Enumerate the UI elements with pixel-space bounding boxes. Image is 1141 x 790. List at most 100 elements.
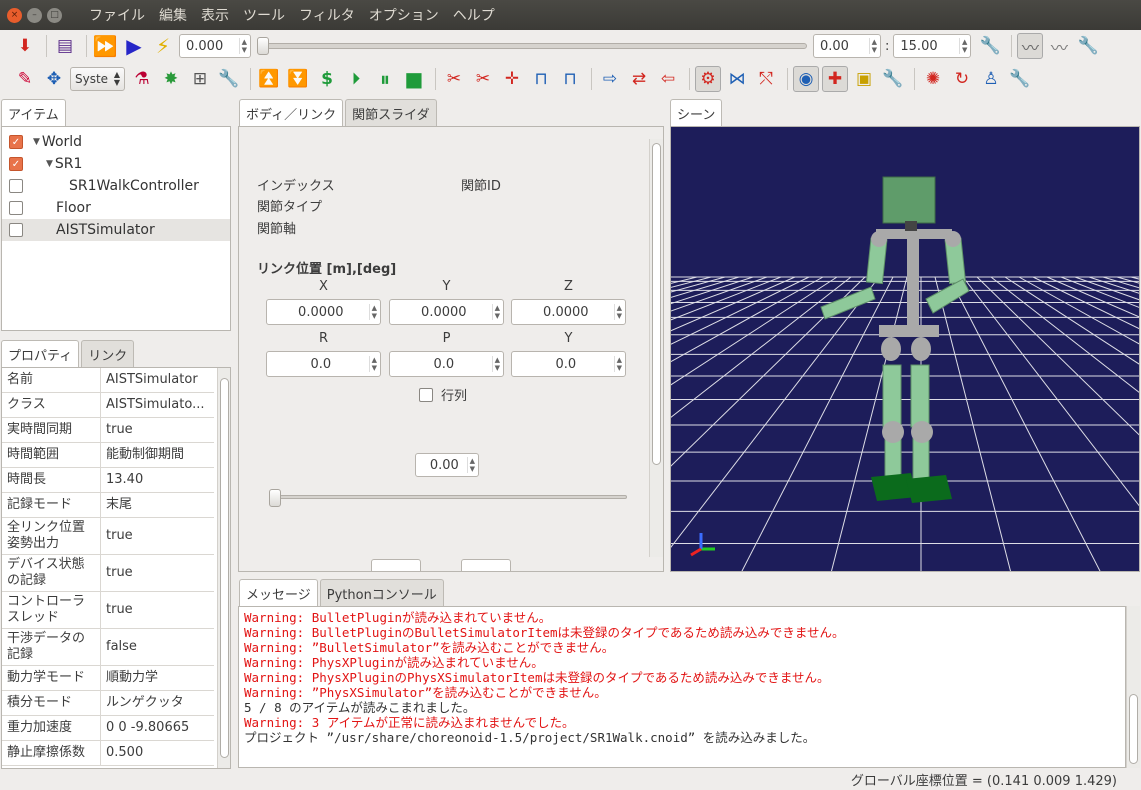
upload-icon[interactable]: ⏫ <box>256 66 282 92</box>
ik-icon[interactable]: ⤲ <box>753 66 779 92</box>
load-project-icon[interactable]: ⬇ <box>12 33 38 59</box>
y-position-spinbox[interactable]: 0.0000 ▲ ▼ <box>389 299 504 325</box>
play-from-start-icon[interactable]: ⏩ <box>92 33 118 59</box>
time-slider-handle[interactable] <box>257 37 269 55</box>
property-row[interactable]: 静止摩擦係数 0.500 <box>2 741 214 766</box>
property-value[interactable]: ルンゲクッタ <box>101 691 214 715</box>
ik-mirror-icon[interactable]: ⇄ <box>626 66 652 92</box>
menu-view[interactable]: 表示 <box>194 5 236 25</box>
x-position-spinbox[interactable]: 0.0000 ▲ ▼ <box>266 299 381 325</box>
joint-min-spinbox[interactable] <box>371 559 421 571</box>
message-log[interactable]: Warning: BulletPluginが読み込まれていません。 Warning… <box>238 606 1126 768</box>
joint-slider-handle[interactable] <box>269 489 281 507</box>
simulation-stop-icon[interactable]: ■ <box>401 66 427 92</box>
pose-icon[interactable]: ✂ <box>441 66 467 92</box>
property-row[interactable]: デバイス状態の記録 true <box>2 555 214 592</box>
property-row[interactable]: 積分モード ルンゲクッタ <box>2 691 214 716</box>
simulation-pause-icon[interactable]: ⏸ <box>372 66 398 92</box>
range-start-spinbox[interactable]: 0.00 ▲ ▼ <box>813 34 881 58</box>
tab-joint-slider[interactable]: 関節スライダ <box>345 99 437 126</box>
property-value[interactable]: 能動制御期間 <box>101 443 214 467</box>
property-row[interactable]: 干渉データの記録 false <box>2 629 214 666</box>
reset-icon[interactable]: ↻ <box>949 66 975 92</box>
pose-copy-icon[interactable]: ✂ <box>470 66 496 92</box>
ik-forward-icon[interactable]: ⇨ <box>597 66 623 92</box>
wrench-icon[interactable]: 🔧 <box>1007 66 1033 92</box>
collision-icon[interactable]: ✸ <box>158 66 184 92</box>
property-value[interactable]: AISTSimulator <box>101 368 214 392</box>
scene-canvas[interactable] <box>671 127 1140 572</box>
property-row[interactable]: 実時間同期 true <box>2 418 214 443</box>
spin-arrows[interactable]: ▲ ▼ <box>238 38 247 54</box>
tab-body-link[interactable]: ボディ／リンク <box>239 99 344 126</box>
menu-filters[interactable]: フィルタ <box>292 5 362 25</box>
property-value[interactable]: true <box>101 555 214 591</box>
tab-messages[interactable]: メッセージ <box>239 579 318 606</box>
property-row[interactable]: コントローラスレッド true <box>2 592 214 629</box>
roll-spinbox[interactable]: 0.0 ▲ ▼ <box>266 351 381 377</box>
yaw-spinbox[interactable]: 0.0 ▲ ▼ <box>511 351 626 377</box>
property-row[interactable]: クラス AISTSimulato... <box>2 393 214 418</box>
expand-arrow-icon[interactable]: ▼ <box>33 137 40 147</box>
tree-item[interactable]: AISTSimulator <box>2 219 230 241</box>
spin-arrows[interactable]: ▲ ▼ <box>613 356 622 372</box>
property-value[interactable]: AISTSimulato... <box>101 393 214 417</box>
property-value[interactable]: true <box>101 418 214 442</box>
expand-arrow-icon[interactable]: ▼ <box>46 159 53 169</box>
spin-arrows[interactable]: ▲ ▼ <box>491 356 500 372</box>
tab-items[interactable]: アイテム <box>1 99 66 126</box>
tree-item[interactable]: ✓ ▼ World <box>2 131 230 153</box>
robot-icon[interactable]: ♙ <box>978 66 1004 92</box>
coordinate-system-combo[interactable]: Syste ▲ ▼ <box>70 67 125 91</box>
scene-view[interactable] <box>670 126 1140 572</box>
property-row[interactable]: 時間範囲 能動制御期間 <box>2 443 214 468</box>
spin-arrows[interactable]: ▲ ▼ <box>959 38 967 54</box>
property-row[interactable]: 名前 AISTSimulator <box>2 368 214 393</box>
minimize-window-button[interactable]: – <box>27 7 42 23</box>
menu-help[interactable]: ヘルプ <box>446 5 502 25</box>
joint-slider[interactable] <box>269 489 627 507</box>
spin-arrows[interactable]: ▲ ▼ <box>868 38 877 54</box>
wrench-icon[interactable]: 🔧 <box>1075 33 1101 59</box>
body-link-scrollbar[interactable] <box>649 139 663 557</box>
menu-tools[interactable]: ツール <box>236 5 292 25</box>
wrench-icon[interactable]: 🔧 <box>977 33 1003 59</box>
menu-edit[interactable]: 編集 <box>152 5 194 25</box>
move-icon[interactable]: ✥ <box>41 66 67 92</box>
spin-arrows[interactable]: ▲ ▼ <box>368 304 377 320</box>
tree-item-checkbox[interactable]: ✓ <box>9 135 23 149</box>
pitch-spinbox[interactable]: 0.0 ▲ ▼ <box>389 351 504 377</box>
tree-item-checkbox[interactable] <box>9 179 23 193</box>
tree-item[interactable]: SR1WalkController <box>2 175 230 197</box>
close-window-button[interactable]: × <box>7 7 22 23</box>
origin-icon[interactable]: ✛ <box>499 66 525 92</box>
tree-item[interactable]: Floor <box>2 197 230 219</box>
foot-icon[interactable]: ▣ <box>851 66 877 92</box>
properties-scrollbar[interactable] <box>217 368 230 768</box>
tree-item-checkbox[interactable]: ✓ <box>9 157 23 171</box>
joint-limit-icon[interactable]: ⊓ <box>528 66 554 92</box>
messages-scroll-thumb[interactable] <box>1129 694 1138 764</box>
menu-file[interactable]: ファイル <box>82 5 152 25</box>
tab-python-console[interactable]: Pythonコンソール <box>319 579 444 606</box>
maximize-window-button[interactable]: □ <box>47 7 62 23</box>
messages-scrollbar[interactable] <box>1126 606 1140 768</box>
property-row[interactable]: 動力学モード 順動力学 <box>2 666 214 691</box>
property-value[interactable]: 0 0 -9.80665 <box>101 716 214 740</box>
time-spinbox[interactable]: 0.000 ▲ ▼ <box>179 34 251 58</box>
spin-arrows[interactable]: ▲ ▼ <box>491 304 500 320</box>
matrix-checkbox[interactable] <box>419 387 433 402</box>
tab-links[interactable]: リンク <box>81 340 135 367</box>
property-row[interactable]: 全リンク位置姿勢出力 true <box>2 518 214 555</box>
tree-item[interactable]: ✓ ▼ SR1 <box>2 153 230 175</box>
property-value[interactable]: true <box>101 592 214 628</box>
play-icon[interactable]: ▶ <box>121 33 147 59</box>
tree-item-checkbox[interactable] <box>9 201 23 215</box>
ik-back-icon[interactable]: ⇦ <box>655 66 681 92</box>
zmp-icon[interactable]: ✚ <box>822 66 848 92</box>
refresh-icon[interactable]: ⚡ <box>150 33 176 59</box>
property-value[interactable]: 0.500 <box>101 741 214 765</box>
range-end-spinbox[interactable]: 15.00 ▲ ▼ <box>893 34 972 58</box>
graph-view-icon[interactable]: 〰 <box>1017 33 1044 59</box>
tab-properties[interactable]: プロパティ <box>1 340 80 367</box>
